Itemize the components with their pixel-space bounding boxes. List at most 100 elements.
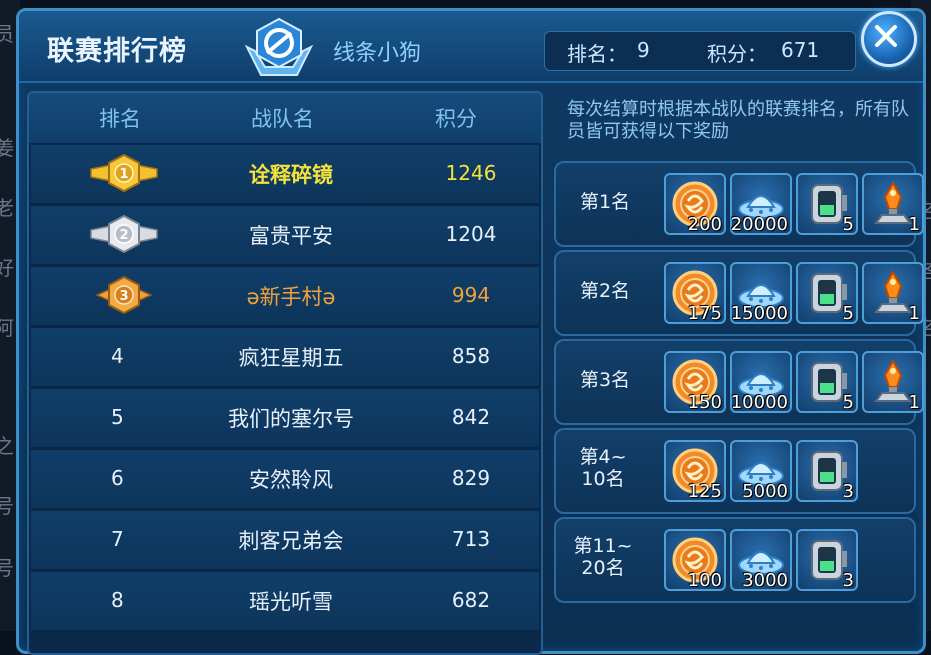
reward-quantity: 3000 — [742, 570, 788, 591]
reward-description: 每次结算时根据本战队的联赛排名，所有队员皆可获得以下奖励 — [567, 99, 909, 142]
coin-reward-item[interactable]: 100 — [664, 529, 726, 591]
reward-tier-label: 第1名 — [579, 191, 631, 213]
table-row[interactable]: 5 我们的塞尔号 842 — [31, 389, 539, 450]
score-cell: 858 — [451, 344, 491, 368]
reward-quantity: 1 — [908, 214, 920, 235]
bg-text: 员 — [0, 22, 14, 46]
bg-text: 号 — [0, 556, 14, 580]
reward-quantity: 5 — [842, 392, 854, 413]
svg-text:3: 3 — [119, 289, 128, 304]
table-row[interactable]: 4 疯狂星期五 858 — [31, 328, 539, 389]
league-leaderboard-panel: 联赛排行榜 线条小狗 排名： 9 积分： 671 排名 战队名 积分 1 诠释碎… — [16, 8, 926, 655]
score-cell: 842 — [451, 405, 491, 429]
ranking-table[interactable]: 排名 战队名 积分 1 诠释碎镜 1246 2 富贵平安 1204 3 ə新手村… — [27, 91, 543, 655]
reward-quantity: 150 — [687, 392, 722, 413]
capsule-reward-item[interactable]: 5 — [796, 173, 858, 235]
ufo-reward-item[interactable]: 10000 — [730, 351, 792, 413]
reward-quantity: 5 — [842, 303, 854, 324]
team-name-cell: 瑶光听雪 — [249, 590, 333, 614]
capsule-reward-item[interactable]: 3 — [796, 440, 858, 502]
table-row[interactable]: 6 安然聆风 829 — [31, 450, 539, 511]
capsule-reward-item[interactable]: 3 — [796, 529, 858, 591]
bronze-medal-icon: 3 — [95, 275, 153, 315]
team-name-cell: 疯狂星期五 — [238, 346, 344, 370]
reward-tier-label: 第11~ 20名 — [573, 535, 633, 579]
reward-tier-row[interactable]: 第1名 200 20000 5 1 — [554, 161, 924, 247]
coin-reward-item[interactable]: 200 — [664, 173, 726, 235]
coin-reward-item[interactable]: 175 — [664, 262, 726, 324]
close-icon — [875, 25, 897, 47]
ufo-reward-item[interactable]: 15000 — [730, 262, 792, 324]
score-cell: 994 — [451, 283, 491, 307]
capsule-reward-item[interactable]: 5 — [796, 262, 858, 324]
trophy-reward-item[interactable]: 1 — [862, 351, 924, 413]
team-name-cell: 安然聆风 — [249, 468, 333, 492]
reward-quantity: 5000 — [742, 481, 788, 502]
reward-tier-label: 第4~ 10名 — [579, 446, 627, 490]
ufo-reward-item[interactable]: 5000 — [730, 440, 792, 502]
table-row[interactable]: 3 ə新手村ə 994 — [31, 267, 539, 328]
gold-medal-icon: 1 — [90, 153, 158, 193]
reward-quantity: 10000 — [730, 392, 788, 413]
rank-cell: 4 — [111, 344, 124, 368]
score-cell: 713 — [451, 527, 491, 551]
column-header-team: 战队名 — [251, 107, 314, 131]
ufo-reward-item[interactable]: 20000 — [730, 173, 792, 235]
score-cell: 682 — [451, 588, 491, 612]
table-row[interactable]: 2 富贵平安 1204 — [31, 206, 539, 267]
column-header-rank: 排名 — [99, 107, 141, 131]
rank-cell: 7 — [111, 527, 124, 551]
reward-tier-row[interactable]: 第2名 175 15000 5 1 — [554, 250, 924, 336]
reward-tier-row[interactable]: 第11~ 20名 100 3000 3 — [554, 517, 916, 603]
trophy-reward-item[interactable]: 1 — [862, 262, 924, 324]
panel-header: 联赛排行榜 线条小狗 排名： 9 积分： 671 — [19, 11, 923, 83]
coin-reward-item[interactable]: 150 — [664, 351, 726, 413]
reward-tier-row[interactable]: 第3名 150 10000 5 1 — [554, 339, 924, 425]
bg-text: 好 — [0, 256, 14, 280]
svg-text:2: 2 — [119, 228, 128, 243]
score-cell: 829 — [451, 466, 491, 490]
column-header-score: 积分 — [435, 107, 477, 131]
team-name-cell: 我们的塞尔号 — [228, 407, 354, 431]
score-value: 671 — [781, 38, 820, 62]
rank-cell: 8 — [111, 588, 124, 612]
reward-quantity: 20000 — [730, 214, 788, 235]
rank-value: 9 — [637, 38, 650, 62]
reward-quantity: 3 — [842, 481, 854, 502]
team-name-cell: 诠释碎镜 — [249, 163, 333, 187]
bg-text: 阿 — [0, 316, 14, 340]
reward-quantity: 175 — [687, 303, 722, 324]
reward-tier-label: 第3名 — [579, 369, 631, 391]
reward-tier-label: 第2名 — [579, 280, 631, 302]
table-row[interactable]: 7 刺客兄弟会 713 — [31, 511, 539, 572]
panel-title: 联赛排行榜 — [47, 36, 187, 67]
score-label: 积分： — [707, 42, 767, 66]
rank-cell: 5 — [111, 405, 124, 429]
team-name-cell: 富贵平安 — [249, 224, 333, 248]
reward-quantity: 100 — [687, 570, 722, 591]
svg-text:1: 1 — [119, 167, 128, 182]
close-button[interactable] — [861, 11, 917, 67]
team-name-cell: ə新手村ə — [246, 285, 336, 309]
rank-label: 排名： — [567, 42, 627, 66]
table-header: 排名 战队名 积分 — [29, 93, 541, 143]
table-row[interactable]: 8 瑶光听雪 682 — [31, 572, 539, 633]
silver-medal-icon: 2 — [90, 214, 158, 254]
trophy-reward-item[interactable]: 1 — [862, 173, 924, 235]
team-emblem-icon — [244, 17, 314, 76]
reward-quantity: 3 — [842, 570, 854, 591]
score-cell: 1204 — [445, 222, 497, 246]
reward-tier-row[interactable]: 第4~ 10名 125 5000 3 — [554, 428, 916, 514]
reward-quantity: 200 — [687, 214, 722, 235]
bg-text: 之 — [0, 434, 14, 458]
table-row[interactable]: 1 诠释碎镜 1246 — [31, 145, 539, 206]
bg-text: 姜 — [0, 136, 14, 160]
reward-quantity: 125 — [687, 481, 722, 502]
coin-reward-item[interactable]: 125 — [664, 440, 726, 502]
reward-quantity: 5 — [842, 214, 854, 235]
reward-quantity: 1 — [908, 392, 920, 413]
bg-text: 号 — [0, 494, 14, 518]
capsule-reward-item[interactable]: 5 — [796, 351, 858, 413]
rank-cell: 6 — [111, 466, 124, 490]
ufo-reward-item[interactable]: 3000 — [730, 529, 792, 591]
